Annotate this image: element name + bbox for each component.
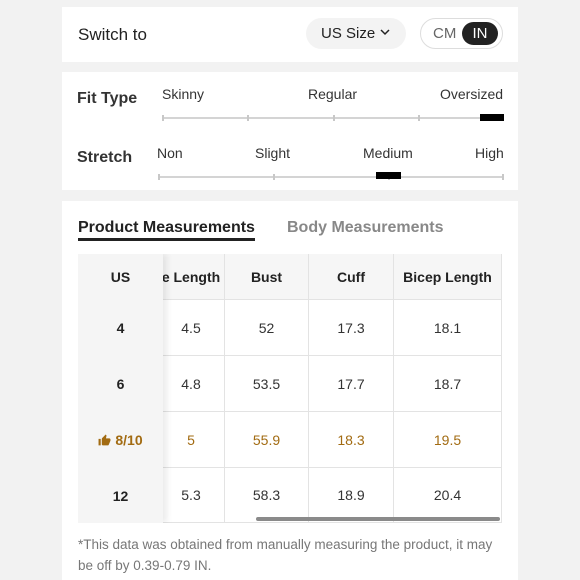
size-cell: 12 [112,487,129,504]
size-cell: 4 [116,320,125,336]
table-cell: 58.3 [225,468,309,523]
table-cell-highlighted: 18.3 [309,412,394,468]
size-cell: 6 [116,376,125,392]
size-system-value: US Size [321,25,376,42]
size-cell-recommended: 8/10 [78,412,163,468]
tab-body-measurements[interactable]: Body Measurements [287,219,444,237]
tab-product-measurements[interactable]: Product Measurements [78,219,255,241]
unit-in-option[interactable]: IN [462,22,498,45]
unit-switch-bar: Switch to US Size CM IN [62,7,518,62]
table-cell-highlighted: 55.9 [225,412,309,468]
col-header-length: e Length [158,254,225,300]
stretch-label-non: Non [157,145,183,161]
frozen-size-column: US 4 6 8/10 12 [78,254,163,523]
measurement-disclaimer: *This data was obtained from manually me… [78,537,493,573]
size-system-dropdown[interactable]: US Size [306,18,406,49]
col-header-bust: Bust [225,254,309,300]
unit-cm-option[interactable]: CM [433,25,456,42]
fit-info-panel: Fit Type Skinny Regular Oversized Stretc… [62,72,518,190]
thumbs-up-icon [98,434,111,445]
col-header-cuff: Cuff [309,254,394,300]
fit-label-skinny: Skinny [162,86,205,102]
size-cell-label: 8/10 [115,432,143,448]
chevron-down-icon [380,29,390,36]
stretch-label-slight: Slight [255,145,291,161]
table-cell: 17.7 [309,356,394,412]
stretch-label-high: High [475,145,504,161]
table-cell: 5.3 [158,468,225,523]
col-header-bicep-length: Bicep Length [394,254,502,300]
stretch-label-medium: Medium [363,145,413,161]
fit-selected-marker [480,114,504,121]
table-cell: 4.5 [158,300,225,356]
horizontal-scrollbar[interactable] [256,517,500,521]
stretch-selected-marker [376,172,401,179]
table-cell: 17.3 [309,300,394,356]
table-cell: 18.7 [394,356,502,412]
table-cell: 53.5 [225,356,309,412]
stretch-title: Stretch [77,149,133,166]
fit-type-title: Fit Type [77,90,138,107]
fit-label-regular: Regular [308,86,358,102]
table-cell: 4.8 [158,356,225,412]
unit-toggle[interactable]: CM IN [420,18,503,49]
table-cell-highlighted: 5 [158,412,225,468]
table-cell-highlighted: 19.5 [394,412,502,468]
measurements-panel: Product Measurements Body Measurements e… [62,201,518,580]
table-cell: 52 [225,300,309,356]
fit-label-oversized: Oversized [440,86,504,102]
table-cell: 20.4 [394,468,502,523]
switch-to-label: Switch to [78,25,147,44]
table-cell: 18.9 [309,468,394,523]
table-cell: 18.1 [394,300,502,356]
col-header-us: US [110,269,131,285]
measurements-table[interactable]: e Length Bust Cuff Bicep Length 4.5 52 1… [78,254,502,523]
